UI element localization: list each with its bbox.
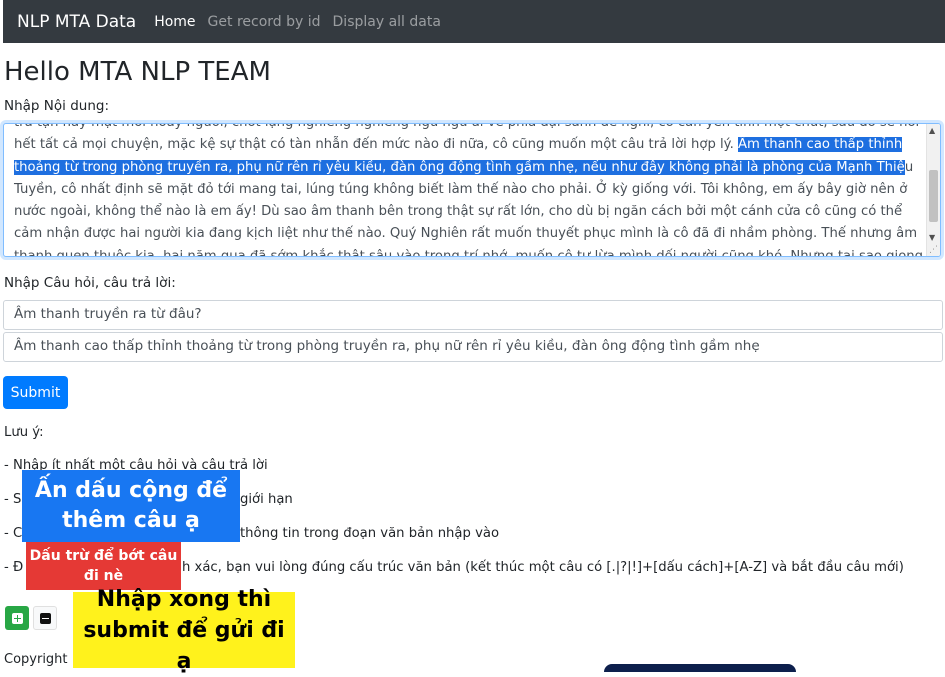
navbar: NLP MTA Data Home Get record by id Displ… (3, 0, 945, 43)
scroll-thumb[interactable] (929, 170, 938, 222)
scroll-down-icon[interactable]: ▼ (929, 233, 935, 242)
question-input[interactable]: Âm thanh truyền ra từ đâu? (3, 300, 943, 330)
textarea-scrollbar[interactable]: ▲ ▼ (926, 124, 940, 256)
note-3-start: - C (4, 526, 23, 541)
page-title: Hello MTA NLP TEAM (4, 57, 271, 87)
qa-label: Nhập Câu hỏi, câu trả lời: (4, 275, 176, 291)
overlay-submit-hint: Nhập xong thì submit để gửi đi ạ (73, 587, 295, 674)
content-label: Nhập Nội dung: (4, 98, 109, 114)
note-2-end: giới hạn (240, 492, 293, 507)
nav-link-home[interactable]: Home (154, 14, 195, 30)
minus-icon (39, 612, 51, 624)
content-text-before: mọi chuyện, mặc kệ sự thật có tàn nhẫn đ… (81, 137, 738, 153)
notes-heading: Lưu ý: (4, 425, 44, 440)
scroll-up-icon[interactable]: ▲ (929, 126, 935, 135)
plus-icon (11, 612, 23, 624)
remove-qa-button[interactable] (33, 606, 57, 630)
note-3-end: thông tin trong đoạn văn bản nhập vào (240, 526, 500, 541)
nav-link-get-record[interactable]: Get record by id (208, 14, 321, 30)
resize-grip-icon[interactable]: ⋰ (929, 245, 938, 255)
note-4-start: - Đ (4, 560, 24, 575)
add-qa-button[interactable] (5, 606, 29, 630)
content-textarea[interactable]: trả tận này mặt mới hoảy người, chờt lặn… (3, 123, 941, 257)
nav-link-display-all[interactable]: Display all data (333, 14, 441, 30)
submit-button[interactable]: Submit (3, 376, 68, 409)
navbar-brand[interactable]: NLP MTA Data (17, 12, 136, 32)
content-text: trả tận này mặt mới hoảy người, chờt lặn… (14, 124, 924, 256)
note-4-end: h xác, bạn vui lòng đúng cấu trúc văn bả… (182, 560, 904, 575)
corner-overlay (604, 664, 796, 672)
answer-input[interactable]: Âm thanh cao thấp thỉnh thoảng từ trong … (3, 332, 943, 362)
overlay-add-hint: Ấn dấu cộng để thêm câu ạ (22, 470, 240, 542)
